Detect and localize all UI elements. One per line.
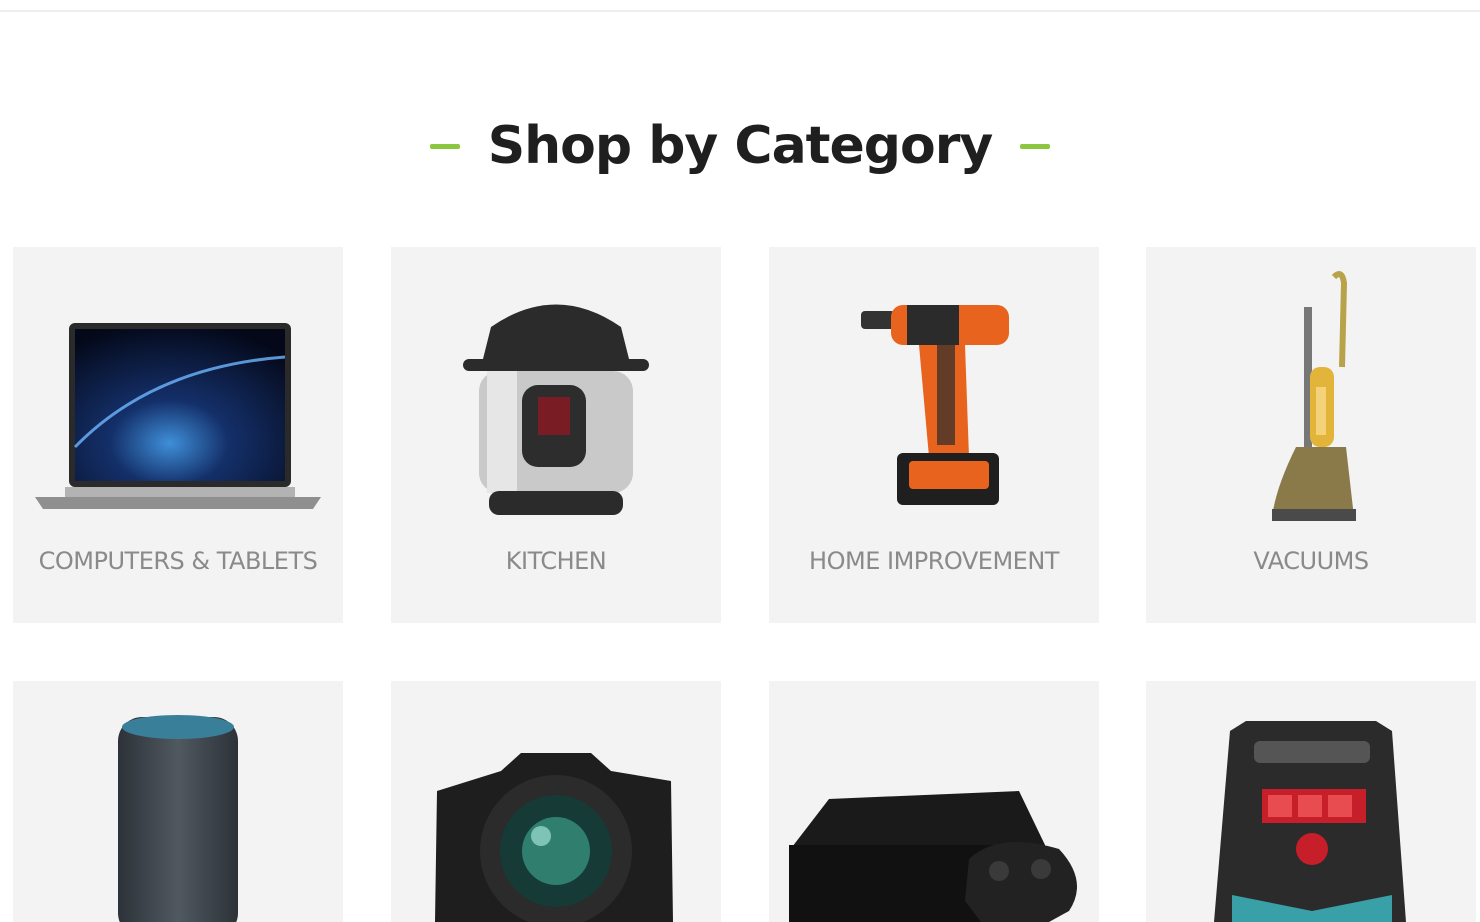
category-card-7[interactable] [769, 681, 1099, 922]
top-divider [0, 0, 1480, 12]
category-card-vacuums[interactable]: VACUUMS [1146, 247, 1476, 623]
pressure-cooker-icon [463, 304, 649, 515]
battery-charger-icon [1214, 721, 1406, 922]
game-console-icon [789, 791, 1077, 922]
category-card-8[interactable] [1146, 681, 1476, 922]
title-dash-left [429, 143, 460, 149]
category-card-6[interactable] [391, 681, 721, 922]
category-label: COMPUTERS & TABLETS [38, 547, 318, 575]
section-heading: Shop by Category [0, 106, 1480, 186]
title-dash-right [1020, 143, 1051, 149]
category-label: KITCHEN [505, 547, 607, 575]
laptop-icon [35, 323, 321, 509]
category-card-home-improvement[interactable]: HOME IMPROVEMENT [769, 247, 1099, 623]
smart-speaker-icon [118, 715, 238, 922]
camera-icon [435, 753, 673, 922]
category-label: HOME IMPROVEMENT [809, 547, 1059, 575]
page: Shop by Category COMPUTERS & TABLETS KIT… [0, 0, 1480, 922]
page-title: Shop by Category [487, 116, 994, 176]
category-card-5[interactable] [13, 681, 343, 922]
category-card-computers-tablets[interactable]: COMPUTERS & TABLETS [13, 247, 343, 623]
power-drill-icon [861, 305, 1009, 505]
upright-vacuum-icon [1272, 271, 1356, 521]
category-card-kitchen[interactable]: KITCHEN [391, 247, 721, 623]
category-label: VACUUMS [1253, 547, 1369, 575]
